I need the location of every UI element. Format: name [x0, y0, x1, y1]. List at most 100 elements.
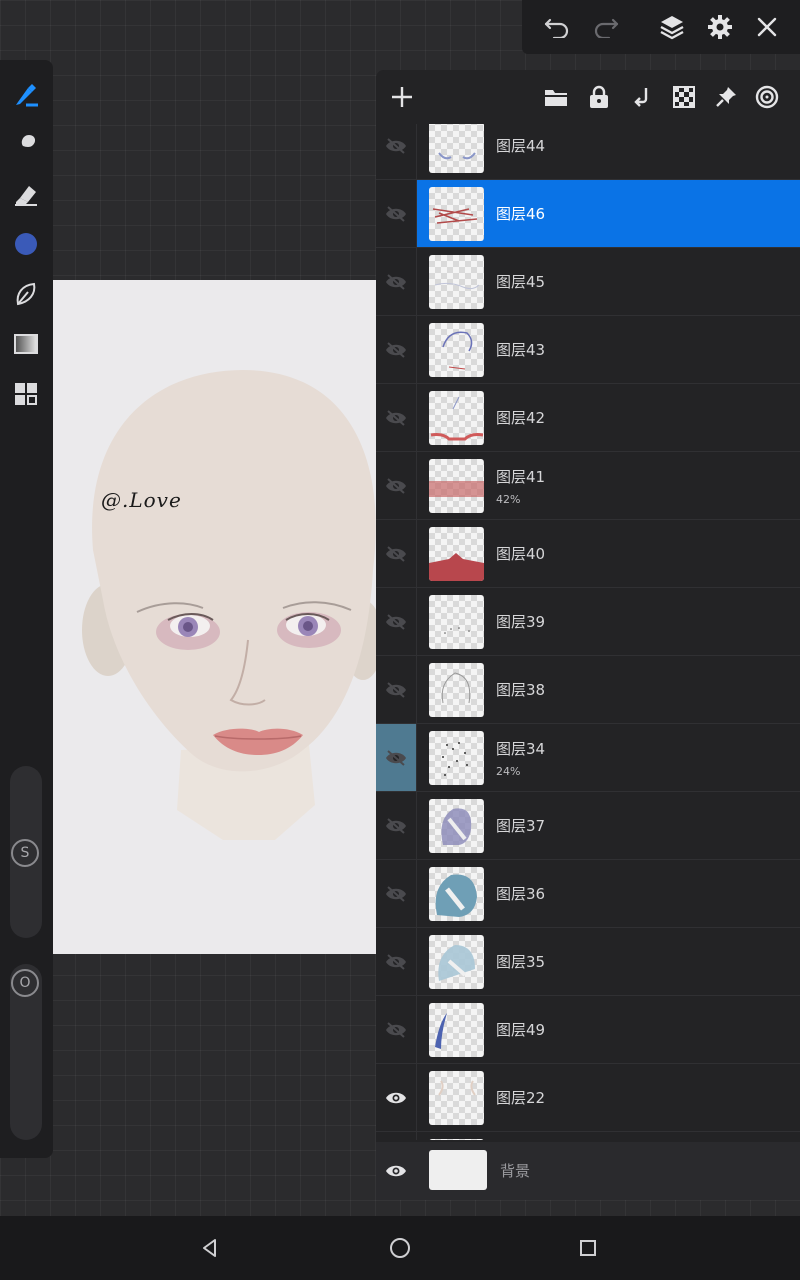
eye-icon — [386, 1165, 406, 1177]
layer-thumbnail — [429, 595, 484, 649]
layer-thumbnail — [429, 935, 484, 989]
add-layer-button[interactable] — [383, 78, 421, 116]
undo-icon[interactable] — [537, 8, 577, 46]
visibility-toggle[interactable] — [376, 588, 417, 655]
layer-row[interactable]: 图层43 — [376, 316, 800, 384]
redo-icon[interactable] — [586, 8, 626, 46]
gear-icon[interactable] — [700, 8, 740, 46]
layer-row[interactable]: 图层37 — [376, 792, 800, 860]
layer-row[interactable]: 图层41 42% — [376, 452, 800, 520]
visibility-toggle[interactable] — [376, 1142, 416, 1200]
layer-thumbnail — [429, 527, 484, 581]
background-layer-name: 背景 — [500, 1162, 531, 1180]
brush-icon[interactable] — [6, 74, 46, 114]
layer-row[interactable]: 图层49 — [376, 996, 800, 1064]
layers-panel-header — [376, 70, 800, 124]
drawing-canvas[interactable]: @.Love — [53, 280, 376, 954]
eye-hidden-icon — [386, 545, 406, 562]
watermark-text: @.Love — [101, 488, 182, 512]
visibility-toggle[interactable] — [376, 384, 417, 451]
layer-thumbnail — [429, 1071, 484, 1125]
target-icon — [755, 85, 779, 109]
eye-hidden-icon — [386, 681, 406, 698]
background-thumbnail — [429, 1150, 487, 1190]
visibility-toggle[interactable] — [376, 724, 417, 791]
layer-thumbnail — [429, 323, 484, 377]
gradient-icon[interactable] — [6, 324, 46, 364]
layer-row[interactable] — [376, 1132, 800, 1140]
layer-thumbnail — [429, 731, 484, 785]
layer-row[interactable]: 图层38 — [376, 656, 800, 724]
eye-hidden-icon — [386, 1021, 406, 1038]
visibility-toggle[interactable] — [376, 656, 417, 723]
close-icon[interactable] — [747, 8, 787, 46]
recents-icon[interactable] — [570, 1230, 606, 1266]
eraser-icon[interactable] — [6, 174, 46, 214]
visibility-toggle[interactable] — [376, 124, 417, 179]
layer-row[interactable]: 图层22 — [376, 1064, 800, 1132]
layer-row[interactable]: 图层36 — [376, 860, 800, 928]
alpha-lock-icon — [673, 86, 695, 108]
layer-opacity: 24% — [496, 765, 521, 778]
brush-size-knob[interactable]: S — [11, 839, 39, 867]
eye-hidden-icon — [386, 273, 406, 290]
background-layer-row[interactable]: 背景 — [376, 1142, 800, 1200]
layers-icon[interactable] — [652, 8, 692, 46]
pin-icon — [716, 87, 736, 107]
visibility-toggle[interactable] — [376, 316, 417, 383]
layer-name: 图层36 — [496, 885, 546, 903]
color-swatch[interactable] — [6, 224, 46, 264]
visibility-toggle[interactable] — [376, 1132, 417, 1140]
eye-hidden-icon — [386, 749, 406, 766]
visibility-toggle[interactable] — [376, 180, 417, 247]
layer-name: 图层40 — [496, 545, 546, 563]
eye-hidden-icon — [386, 953, 406, 970]
visibility-toggle[interactable] — [376, 248, 417, 315]
eye-hidden-icon — [386, 817, 406, 834]
eye-hidden-icon — [386, 341, 406, 358]
eye-hidden-icon — [386, 613, 406, 630]
layer-row[interactable]: 图层44 — [376, 124, 800, 180]
layer-thumbnail — [429, 799, 484, 853]
grid-icon[interactable] — [6, 374, 46, 414]
visibility-toggle[interactable] — [376, 996, 417, 1063]
layer-row[interactable]: 图层40 — [376, 520, 800, 588]
layer-row[interactable]: 图层45 — [376, 248, 800, 316]
smudge-icon[interactable] — [6, 124, 46, 164]
system-nav-bar — [0, 1216, 800, 1280]
back-icon[interactable] — [192, 1230, 228, 1266]
home-icon[interactable] — [382, 1230, 418, 1266]
visibility-toggle[interactable] — [376, 520, 417, 587]
visibility-toggle[interactable] — [376, 928, 417, 995]
layer-name: 图层37 — [496, 817, 546, 835]
layer-row[interactable]: 图层42 — [376, 384, 800, 452]
layer-thumbnail — [429, 1139, 484, 1140]
merge-down-button[interactable] — [623, 78, 661, 116]
visibility-toggle[interactable] — [376, 792, 417, 859]
visibility-toggle[interactable] — [376, 860, 417, 927]
layer-row[interactable]: 图层39 — [376, 588, 800, 656]
layer-list[interactable]: 图层44 图层46 图层45 图层43 图层42 图层41 42% 图层40 图层39 图层38 图… — [376, 124, 800, 1140]
layer-thumbnail — [429, 124, 484, 173]
folder-button[interactable] — [537, 78, 575, 116]
layer-name: 图层39 — [496, 613, 546, 631]
eye-hidden-icon — [386, 205, 406, 222]
layer-name: 图层41 — [496, 468, 546, 486]
layer-thumbnail — [429, 255, 484, 309]
layer-row[interactable]: 图层35 — [376, 928, 800, 996]
layer-thumbnail — [429, 1003, 484, 1057]
eye-hidden-icon — [386, 409, 406, 426]
lasso-icon[interactable] — [6, 274, 46, 314]
brush-opacity-knob[interactable]: O — [11, 969, 39, 997]
layer-name: 图层34 — [496, 740, 546, 758]
layer-row[interactable]: 图层46 — [376, 180, 800, 248]
layer-row[interactable]: 图层34 24% — [376, 724, 800, 792]
pin-button[interactable] — [707, 78, 745, 116]
alpha-lock-button[interactable] — [665, 78, 703, 116]
visibility-toggle[interactable] — [376, 452, 417, 519]
lock-button[interactable] — [580, 78, 618, 116]
reference-button[interactable] — [748, 78, 786, 116]
left-toolbar: S O — [0, 60, 53, 1158]
visibility-toggle[interactable] — [376, 1064, 417, 1131]
layer-name: 图层45 — [496, 273, 546, 291]
